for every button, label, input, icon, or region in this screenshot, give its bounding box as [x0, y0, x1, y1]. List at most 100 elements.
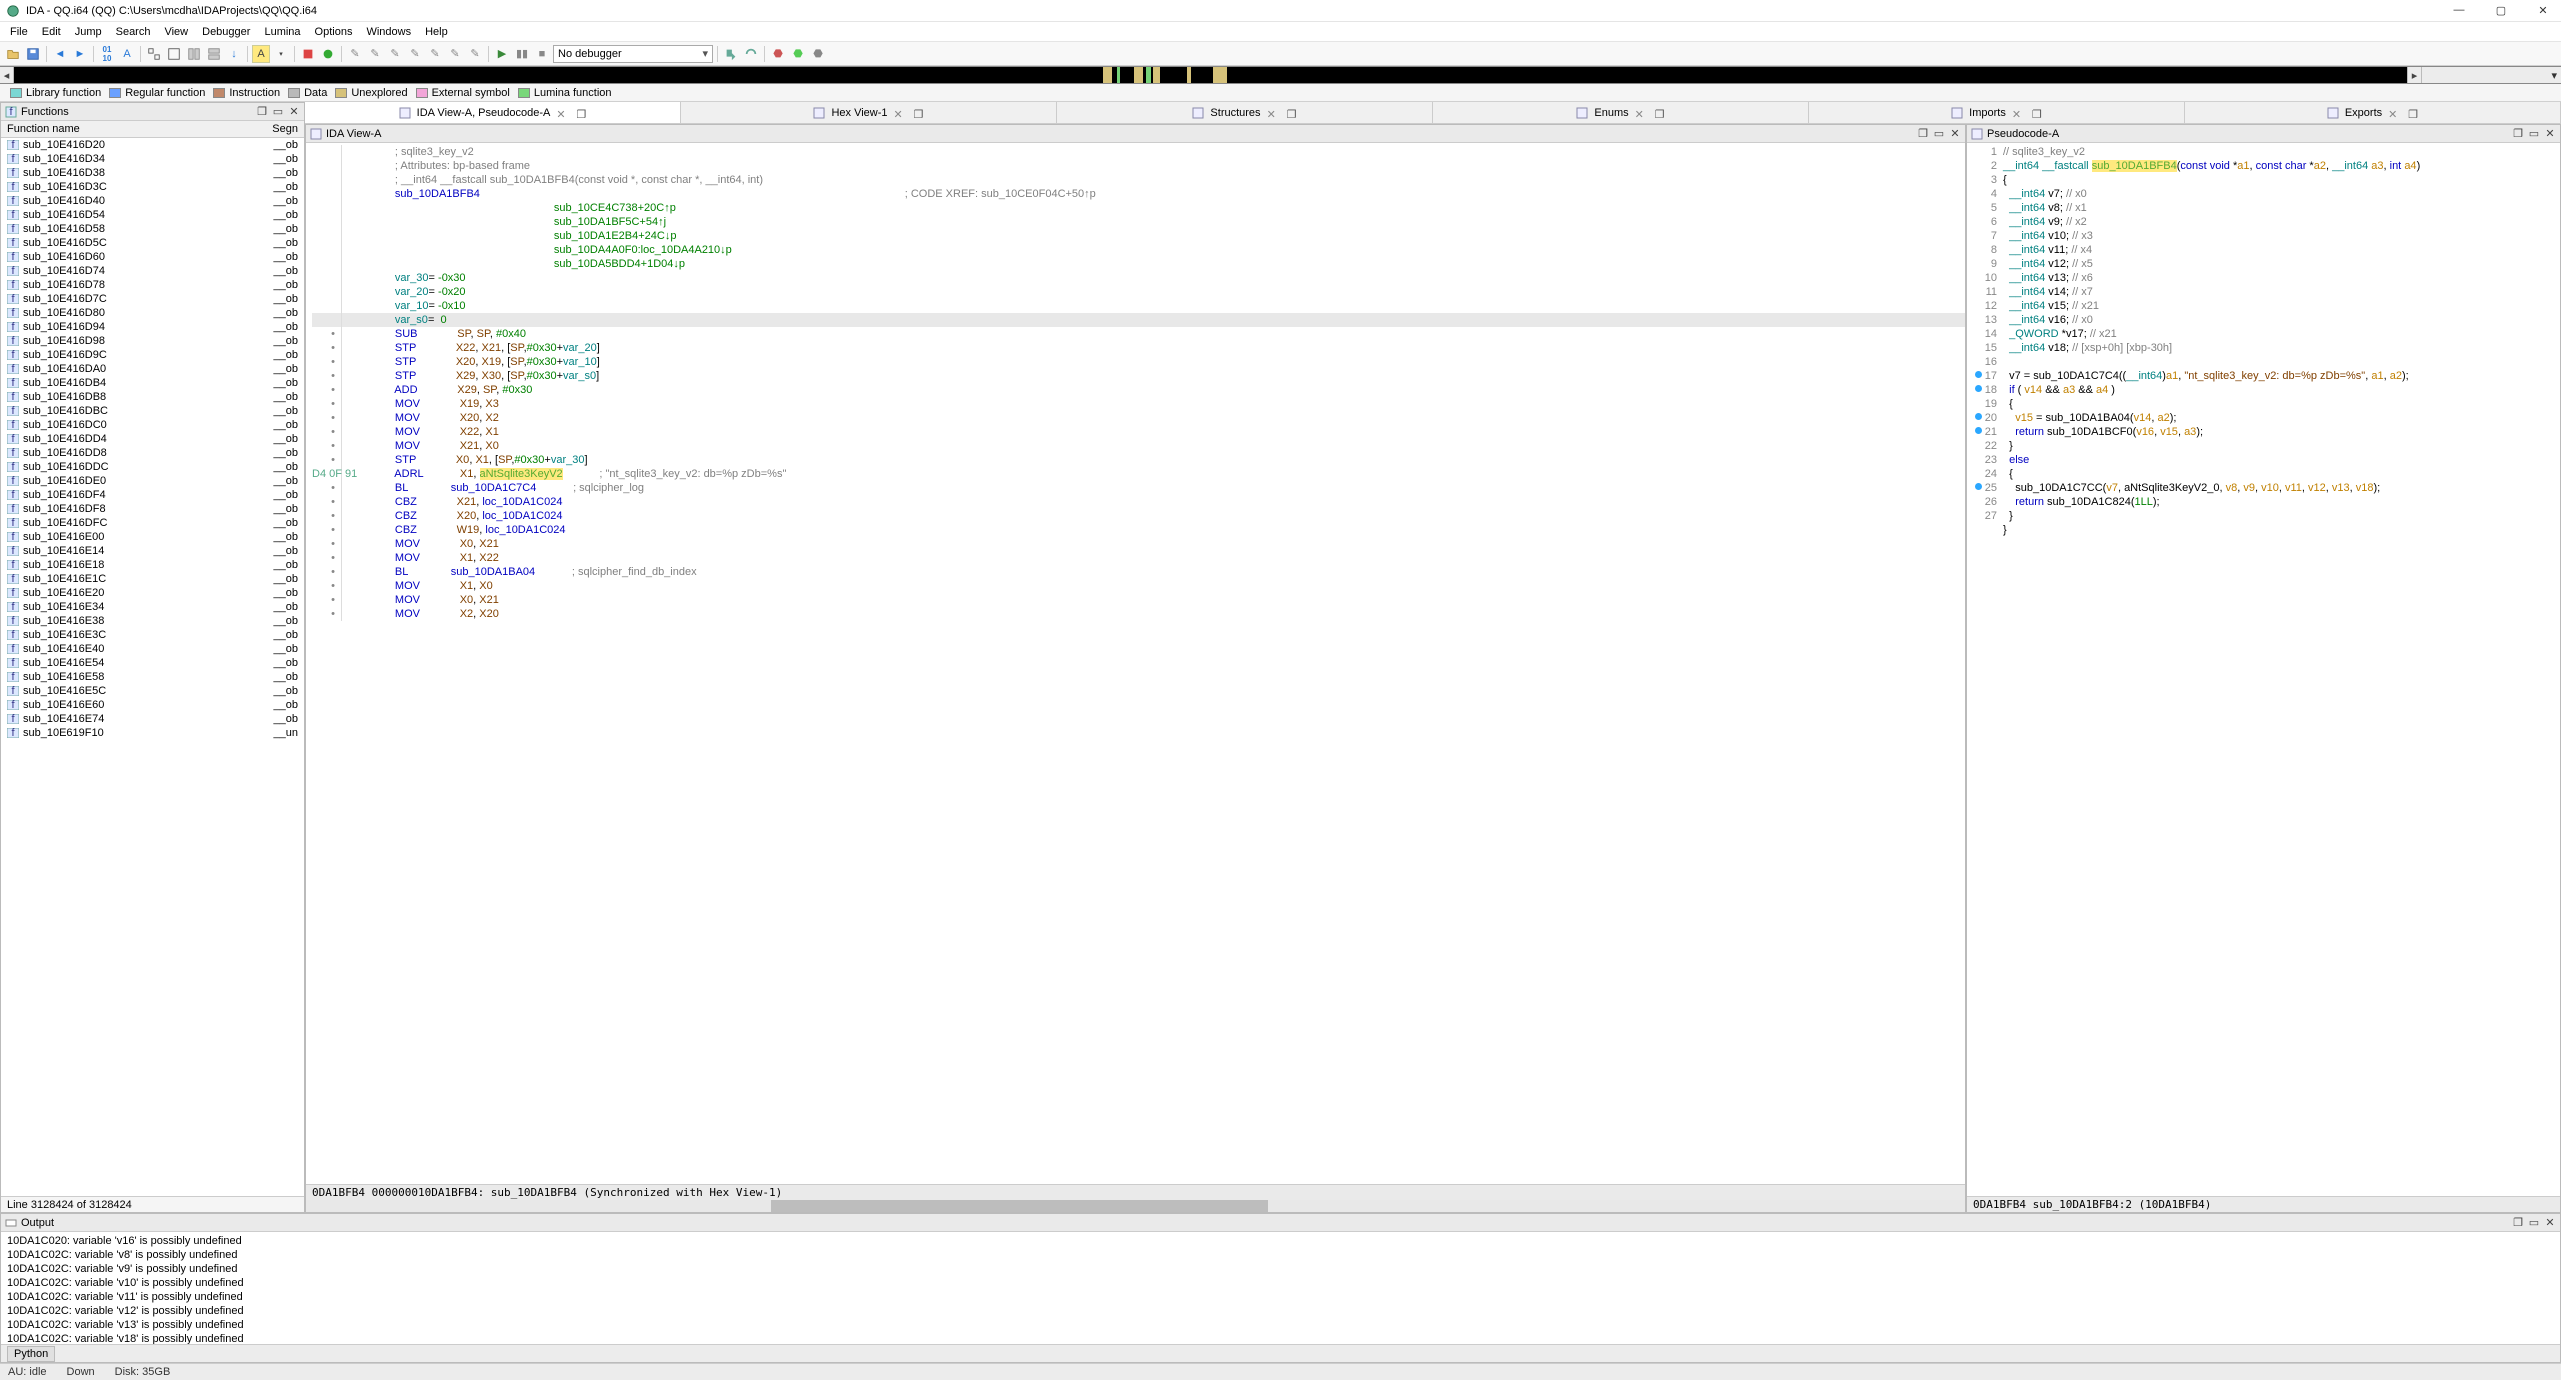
stop2-icon[interactable]: ■ [533, 45, 551, 63]
maximize-button[interactable]: ▢ [2489, 4, 2513, 17]
pane-close-icon[interactable]: ✕ [2544, 1217, 2556, 1229]
function-row[interactable]: fsub_10E416D3C__ob [1, 180, 304, 194]
python-repl-input[interactable] [61, 1347, 2554, 1360]
tab-restore-icon[interactable]: ❐ [576, 108, 586, 118]
pseudocode-code[interactable]: 1// sqlite3_key_v22__int64 __fastcall su… [1967, 143, 2560, 1196]
tab-close-icon[interactable]: ✕ [2388, 108, 2398, 118]
nav-right-icon[interactable]: ▸ [2407, 67, 2421, 83]
function-row[interactable]: fsub_10E416E60__ob [1, 698, 304, 712]
function-row[interactable]: fsub_10E416D60__ob [1, 250, 304, 264]
col-function-name[interactable]: Function name [1, 121, 229, 138]
function-row[interactable]: fsub_10E416E5C__ob [1, 684, 304, 698]
highlight-icon[interactable]: A [252, 45, 270, 63]
pane-close-icon[interactable]: ✕ [1949, 128, 1961, 140]
tab-hex-view-1[interactable]: Hex View-1✕❐ [681, 102, 1057, 123]
function-row[interactable]: fsub_10E416D20__ob [1, 138, 304, 153]
nav-bar[interactable] [14, 67, 2407, 83]
hl-dropdown-icon[interactable]: ▾ [272, 45, 290, 63]
pane-restore-icon[interactable]: ❐ [2512, 128, 2524, 140]
pane-float-icon[interactable]: ▭ [2528, 128, 2540, 140]
zoom-fit-icon[interactable] [145, 45, 163, 63]
function-row[interactable]: fsub_10E416E20__ob [1, 586, 304, 600]
function-row[interactable]: fsub_10E416DA0__ob [1, 362, 304, 376]
pane-restore-icon[interactable]: ❐ [1917, 128, 1929, 140]
tab-restore-icon[interactable]: ❐ [914, 108, 924, 118]
menu-debugger[interactable]: Debugger [196, 24, 256, 40]
record-icon[interactable] [319, 45, 337, 63]
asm-hscroll[interactable] [306, 1200, 1965, 1212]
function-row[interactable]: fsub_10E416DB4__ob [1, 376, 304, 390]
save-icon[interactable] [24, 45, 42, 63]
function-row[interactable]: fsub_10E416DF4__ob [1, 488, 304, 502]
text-search-icon[interactable]: A [118, 45, 136, 63]
function-row[interactable]: fsub_10E416D54__ob [1, 208, 304, 222]
function-row[interactable]: fsub_10E416D58__ob [1, 222, 304, 236]
function-row[interactable]: fsub_10E416D78__ob [1, 278, 304, 292]
tab-exports[interactable]: Exports✕❐ [2185, 102, 2561, 123]
function-row[interactable]: fsub_10E416E3C__ob [1, 628, 304, 642]
menu-windows[interactable]: Windows [360, 24, 417, 40]
function-row[interactable]: fsub_10E416D80__ob [1, 306, 304, 320]
pane-float-icon[interactable]: ▭ [1933, 128, 1945, 140]
function-row[interactable]: fsub_10E416DC0__ob [1, 418, 304, 432]
function-row[interactable]: fsub_10E416DFC__ob [1, 516, 304, 530]
function-row[interactable]: fsub_10E619F10__un [1, 726, 304, 740]
tag5-icon[interactable]: ✎ [426, 45, 444, 63]
function-row[interactable]: fsub_10E416DDC__ob [1, 460, 304, 474]
pause-icon[interactable]: ▮▮ [513, 45, 531, 63]
down-arrow-icon[interactable]: ↓ [225, 45, 243, 63]
layout-1-icon[interactable] [185, 45, 203, 63]
pane-close-icon[interactable]: ✕ [2544, 128, 2556, 140]
function-row[interactable]: fsub_10E416E40__ob [1, 642, 304, 656]
lumina2-icon[interactable]: ⬣ [789, 45, 807, 63]
function-row[interactable]: fsub_10E416D34__ob [1, 152, 304, 166]
stepinto-icon[interactable] [722, 45, 740, 63]
tab-close-icon[interactable]: ✕ [894, 108, 904, 118]
pane-close-icon[interactable]: ✕ [288, 106, 300, 118]
col-segment[interactable]: Segn [229, 121, 305, 138]
nav-range-select[interactable]: ▾ [2421, 67, 2561, 83]
function-row[interactable]: fsub_10E416DF8__ob [1, 502, 304, 516]
stepover-icon[interactable] [742, 45, 760, 63]
python-repl-button[interactable]: Python [7, 1346, 55, 1362]
tab-close-icon[interactable]: ✕ [556, 108, 566, 118]
function-row[interactable]: fsub_10E416D5C__ob [1, 236, 304, 250]
function-row[interactable]: fsub_10E416E1C__ob [1, 572, 304, 586]
menu-jump[interactable]: Jump [69, 24, 108, 40]
lumina3-icon[interactable]: ⬣ [809, 45, 827, 63]
graph-overview-icon[interactable] [165, 45, 183, 63]
pane-restore-icon[interactable]: ❐ [2512, 1217, 2524, 1229]
run-icon[interactable]: ▶ [493, 45, 511, 63]
tag6-icon[interactable]: ✎ [446, 45, 464, 63]
tab-restore-icon[interactable]: ❐ [1655, 108, 1665, 118]
tab-restore-icon[interactable]: ❐ [2032, 108, 2042, 118]
function-row[interactable]: fsub_10E416DB8__ob [1, 390, 304, 404]
menu-file[interactable]: File [4, 24, 34, 40]
functions-list[interactable]: Function name Segn fsub_10E416D20__obfsu… [1, 121, 304, 1196]
function-row[interactable]: fsub_10E416E54__ob [1, 656, 304, 670]
function-row[interactable]: fsub_10E416D40__ob [1, 194, 304, 208]
function-row[interactable]: fsub_10E416E14__ob [1, 544, 304, 558]
tab-imports[interactable]: Imports✕❐ [1809, 102, 2185, 123]
tag2-icon[interactable]: ✎ [366, 45, 384, 63]
function-row[interactable]: fsub_10E416D74__ob [1, 264, 304, 278]
lumina1-icon[interactable]: ⬣ [769, 45, 787, 63]
nav-left-icon[interactable]: ◂ [0, 67, 14, 83]
back-icon[interactable]: ◄ [51, 45, 69, 63]
function-row[interactable]: fsub_10E416E74__ob [1, 712, 304, 726]
forward-icon[interactable]: ► [71, 45, 89, 63]
function-row[interactable]: fsub_10E416D7C__ob [1, 292, 304, 306]
open-icon[interactable] [4, 45, 22, 63]
tag1-icon[interactable]: ✎ [346, 45, 364, 63]
debugger-select[interactable]: No debugger ▾ [553, 45, 713, 63]
function-row[interactable]: fsub_10E416DD4__ob [1, 432, 304, 446]
menu-help[interactable]: Help [419, 24, 454, 40]
function-row[interactable]: fsub_10E416DBC__ob [1, 404, 304, 418]
tag3-icon[interactable]: ✎ [386, 45, 404, 63]
close-button[interactable]: ✕ [2531, 4, 2555, 17]
menu-edit[interactable]: Edit [36, 24, 67, 40]
function-row[interactable]: fsub_10E416D94__ob [1, 320, 304, 334]
tab-structures[interactable]: Structures✕❐ [1057, 102, 1433, 123]
menu-search[interactable]: Search [110, 24, 157, 40]
tab-enums[interactable]: Enums✕❐ [1433, 102, 1809, 123]
